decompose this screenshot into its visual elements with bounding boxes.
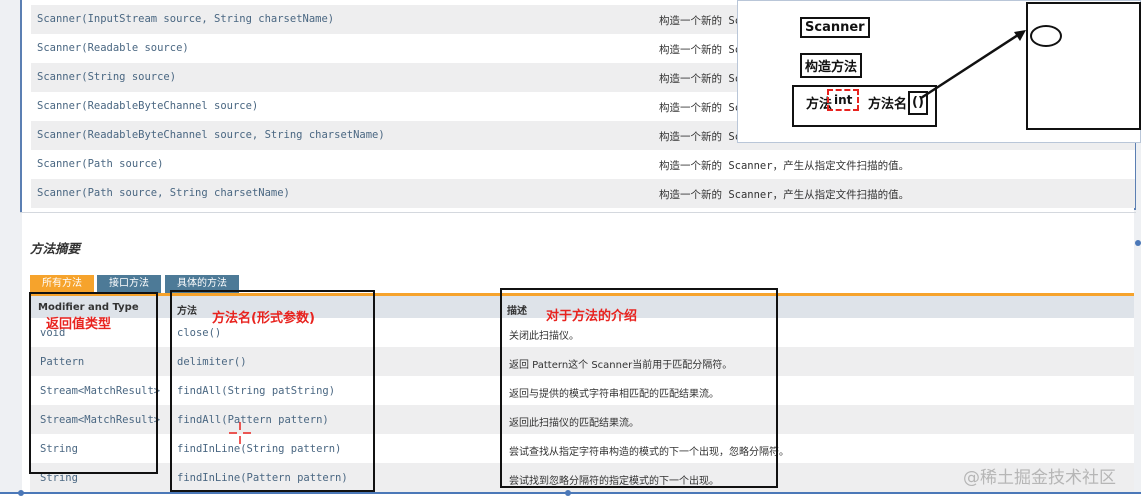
resize-handle-right[interactable] [1135, 240, 1141, 246]
constructor-row: Scanner(Path source, String charsetName)… [31, 179, 1135, 208]
constructor-signature[interactable]: Scanner(ReadableByteChannel source) [37, 100, 258, 112]
scanner-code: Scanner [728, 160, 773, 172]
constructor-description: 构造一个新的 Scanner，产生从指定文件扫描的值。 [659, 160, 910, 172]
resize-handle-bottom-left[interactable] [18, 490, 24, 496]
diagram-arrow-icon [920, 30, 1026, 100]
constructor-signature[interactable]: Scanner(Path source) [37, 158, 163, 170]
javadoc-page: Scanner(InputStream source, String chars… [0, 0, 1141, 501]
diagram-int-highlight [827, 89, 859, 111]
constructor-row: Scanner(Path source) 构造一个新的 Scanner，产生从指… [31, 150, 1135, 179]
constructor-signature[interactable]: Scanner(ReadableByteChannel source, Stri… [37, 129, 385, 141]
method-description-highlight-box [500, 288, 778, 488]
diagram-method-name-label: 方法名 [868, 97, 908, 112]
resize-handle-bottom[interactable] [565, 490, 571, 496]
divider [20, 212, 1136, 213]
watermark: @稀土掘金技术社区 [963, 468, 1116, 488]
constructor-description: 构造一个新的 Sc [659, 102, 741, 114]
constructor-description: 构造一个新的 Scanner，产生从指定文件扫描的值。 [659, 189, 910, 201]
constructor-description: 构造一个新的 Sc [659, 73, 741, 85]
diagram-constructor-tag: 构造方法 [800, 53, 863, 78]
tab-interface-methods[interactable]: 接口方法 [97, 275, 161, 293]
constructor-description: 构造一个新的 Sc [659, 15, 741, 27]
diagram-circle [1030, 25, 1062, 47]
constructor-description: 构造一个新的 Sc [659, 44, 741, 56]
tab-all-methods[interactable]: 所有方法 [30, 275, 94, 293]
crosshair-cursor-icon [229, 422, 251, 444]
constructor-signature[interactable]: Scanner(Path source, String charsetName) [37, 187, 290, 199]
diagram-object-box [1026, 2, 1141, 130]
constructor-signature[interactable]: Scanner(InputStream source, String chars… [37, 13, 334, 25]
constructor-description: 构造一个新的 Sc [659, 131, 741, 143]
constructor-signature[interactable]: Scanner(Readable source) [37, 42, 189, 54]
content-left-edge [20, 0, 22, 213]
annotation-return-type: 返回值类型 [46, 317, 112, 332]
annotation-diagram-popup: Scanner 构造方法 方法 int 方法名 () [737, 0, 1141, 143]
constructor-signature[interactable]: Scanner(String source) [37, 71, 176, 83]
annotation-method-name: 方法名(形式参数) [212, 311, 315, 326]
diagram-scanner-tag: Scanner [800, 17, 870, 38]
method-summary-title: 方法摘要 [30, 241, 81, 256]
annotation-method-intro: 对于方法的介绍 [546, 309, 638, 324]
